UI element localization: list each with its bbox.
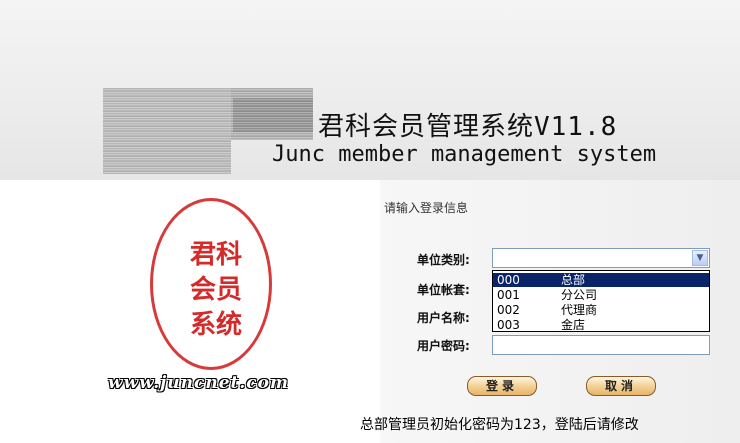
option-001[interactable]: 001 分公司 [493,288,709,302]
unit-type-label: 单位类别: [417,253,470,267]
username-label: 用户名称: [417,311,470,325]
unit-type-dropdown[interactable]: 000 总部 001 分公司 002 代理商 003 金店 [492,270,710,332]
login-button[interactable]: 登录 [467,376,537,396]
header-graphic-square [103,88,231,174]
option-002[interactable]: 002 代理商 [493,303,709,317]
unit-type-select[interactable]: ▼ [492,248,710,268]
unit-account-label: 单位帐套: [417,283,470,297]
website-url: www.juncnet.com [108,373,289,393]
cancel-button[interactable]: 取消 [586,376,656,396]
password-input[interactable] [492,335,710,355]
header-graphic-bar [233,98,313,132]
option-000[interactable]: 000 总部 [493,273,709,287]
stamp-line-3: 系统 [189,310,242,340]
app-subtitle: Junc member management system [272,142,657,167]
chevron-down-icon[interactable]: ▼ [692,250,708,266]
login-prompt: 请输入登录信息 [384,201,469,215]
password-label: 用户密码: [417,339,470,353]
header-graphic [103,88,313,174]
stamp-line-1: 君科 [189,240,242,270]
password-notice: 总部管理员初始化密码为123，登陆后请修改 [360,417,639,433]
app-title: 君科会员管理系统V11.8 [318,112,618,142]
seal-stamp-text: 君科 会员 系统 [176,238,256,343]
stamp-line-2: 会员 [189,275,242,305]
option-003[interactable]: 003 金店 [493,318,709,332]
